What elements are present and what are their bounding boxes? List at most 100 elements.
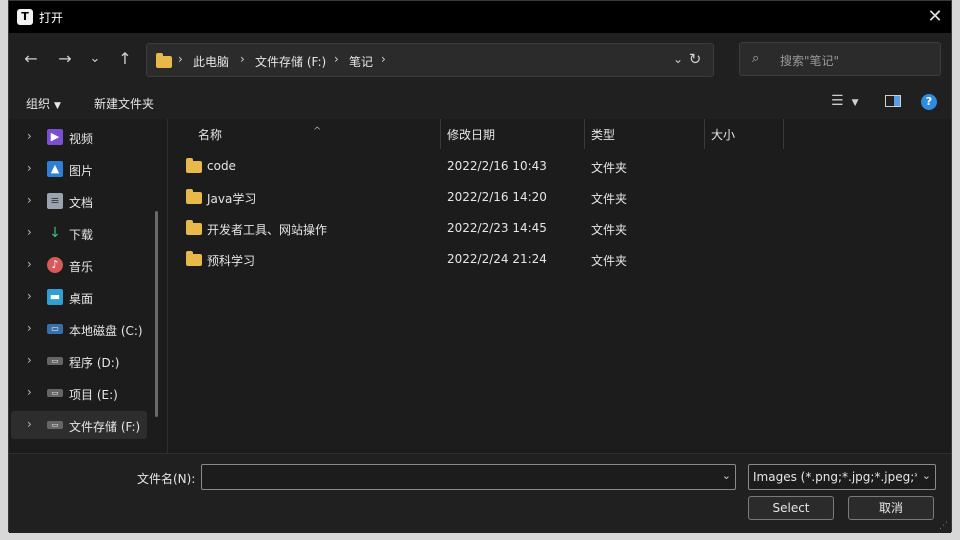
preview-pane-icon[interactable] bbox=[885, 95, 901, 107]
resize-grip-icon[interactable]: ⋰ bbox=[939, 521, 949, 531]
chevron-right-icon[interactable]: › bbox=[27, 353, 32, 367]
column-label: 修改日期 bbox=[447, 128, 496, 142]
column-label: 大小 bbox=[711, 128, 736, 142]
address-bar[interactable]: › 此电脑 › 文件存储 (F:) › 笔记 › ⌄ ↻ bbox=[146, 43, 714, 77]
sidebar-item-drive-e[interactable]: › ▭ 项目 (E:) bbox=[11, 379, 147, 407]
file-name: 预科学习 bbox=[207, 254, 256, 268]
file-name: 开发者工具、网站操作 bbox=[207, 223, 328, 237]
file-type: 文件夹 bbox=[591, 254, 628, 268]
chevron-down-icon[interactable]: ⌄ bbox=[722, 469, 731, 482]
drive-icon: ▭ bbox=[47, 421, 63, 429]
file-type: 文件夹 bbox=[591, 223, 628, 237]
app-icon: T bbox=[17, 9, 33, 25]
folder-icon bbox=[186, 251, 202, 266]
breadcrumb-drive-f[interactable]: 文件存储 (F:) bbox=[255, 53, 326, 70]
sidebar-item-videos[interactable]: › ▶ 视频 bbox=[11, 123, 147, 151]
drive-icon: ▭ bbox=[47, 357, 63, 365]
open-file-dialog: T 打开 ✕ ← → ⌄ ↑ › 此电脑 › 文件存储 (F:) › 笔记 › … bbox=[8, 0, 952, 533]
select-button[interactable]: Select bbox=[748, 496, 834, 520]
file-type-select[interactable]: Images (*.png;*.jpg;*.jpeg;*.b ⌄ bbox=[748, 464, 936, 490]
column-header-size[interactable]: 大小 bbox=[705, 119, 783, 149]
search-icon: ⌕ bbox=[752, 51, 760, 66]
chevron-right-icon[interactable]: › bbox=[27, 257, 32, 271]
sidebar-item-label: 本地磁盘 (C:) bbox=[69, 324, 143, 338]
sidebar-item-desktop[interactable]: › ▬ 桌面 bbox=[11, 283, 147, 311]
file-row[interactable]: 开发者工具、网站操作 2022/2/23 14:45 文件夹 bbox=[168, 213, 951, 243]
search-input[interactable]: 搜索"笔记" bbox=[780, 52, 839, 69]
title-bar: T 打开 ✕ bbox=[9, 1, 951, 33]
column-header-modified[interactable]: 修改日期 bbox=[441, 119, 584, 149]
drive-icon: ▭ bbox=[47, 324, 63, 334]
forward-button[interactable]: → bbox=[53, 47, 77, 71]
filename-input[interactable]: ⌄ bbox=[201, 464, 736, 490]
dialog-title: 打开 bbox=[39, 11, 64, 25]
chevron-down-icon[interactable]: ⌄ bbox=[673, 52, 683, 66]
column-separator[interactable] bbox=[783, 119, 784, 149]
sidebar-item-label: 文件存储 (F:) bbox=[69, 420, 141, 434]
file-modified: 2022/2/23 14:45 bbox=[447, 221, 547, 235]
file-row[interactable]: code 2022/2/16 10:43 文件夹 bbox=[168, 151, 951, 181]
sidebar-item-label: 桌面 bbox=[69, 292, 94, 306]
recent-locations-button[interactable]: ⌄ bbox=[83, 47, 107, 71]
video-icon: ▶ bbox=[47, 129, 63, 145]
chevron-right-icon[interactable]: › bbox=[27, 161, 32, 175]
folder-icon bbox=[186, 158, 202, 173]
caret-down-icon: ▼ bbox=[851, 98, 859, 108]
chevron-right-icon[interactable]: › bbox=[27, 129, 32, 143]
sidebar-item-drive-f[interactable]: › ▭ 文件存储 (F:) bbox=[11, 411, 147, 439]
organize-label: 组织 bbox=[26, 97, 51, 111]
folder-icon bbox=[186, 189, 202, 204]
help-icon[interactable]: ? bbox=[921, 94, 937, 110]
breadcrumb-separator: › bbox=[240, 52, 245, 66]
sidebar-item-downloads[interactable]: › ↓ 下载 bbox=[11, 219, 147, 247]
command-bar: 组织 ▼ 新建文件夹 ☰ ▼ ? bbox=[9, 85, 951, 119]
sidebar-item-music[interactable]: › ♪ 音乐 bbox=[11, 251, 147, 279]
back-button[interactable]: ← bbox=[19, 47, 43, 71]
file-type: 文件夹 bbox=[591, 192, 628, 206]
file-modified: 2022/2/16 14:20 bbox=[447, 190, 547, 204]
sidebar-item-label: 音乐 bbox=[69, 260, 94, 274]
filename-label: 文件名(N): bbox=[137, 472, 196, 486]
sort-ascending-icon: ^ bbox=[313, 126, 322, 137]
chevron-right-icon[interactable]: › bbox=[27, 417, 32, 431]
navigation-pane: › ▶ 视频 › ▲ 图片 › ≡ 文档 › ↓ 下载 › ♪ 音乐 › ▬ 桌… bbox=[9, 119, 167, 453]
desktop-icon: ▬ bbox=[47, 289, 63, 305]
sidebar-item-drive-c[interactable]: › ▭ 本地磁盘 (C:) bbox=[11, 315, 147, 343]
sidebar-item-pictures[interactable]: › ▲ 图片 bbox=[11, 155, 147, 183]
sidebar-scrollbar[interactable] bbox=[155, 211, 158, 417]
file-name: Java学习 bbox=[207, 192, 257, 206]
up-button[interactable]: ↑ bbox=[113, 47, 137, 71]
chevron-right-icon[interactable]: › bbox=[27, 289, 32, 303]
search-box[interactable]: ⌕ 搜索"笔记" bbox=[739, 42, 941, 76]
sidebar-item-label: 图片 bbox=[69, 164, 94, 178]
document-icon: ≡ bbox=[47, 193, 63, 209]
breadcrumb-this-pc[interactable]: 此电脑 bbox=[193, 53, 229, 70]
file-modified: 2022/2/24 21:24 bbox=[447, 252, 547, 266]
new-folder-button[interactable]: 新建文件夹 bbox=[94, 95, 154, 112]
chevron-down-icon[interactable]: ⌄ bbox=[922, 469, 931, 482]
cancel-button[interactable]: 取消 bbox=[848, 496, 934, 520]
column-header-name[interactable]: 名称 ^ bbox=[168, 119, 440, 149]
file-row[interactable]: Java学习 2022/2/16 14:20 文件夹 bbox=[168, 182, 951, 212]
refresh-icon[interactable]: ↻ bbox=[683, 50, 707, 72]
download-icon: ↓ bbox=[49, 225, 61, 241]
sidebar-item-label: 视频 bbox=[69, 132, 94, 146]
caret-down-icon: ▼ bbox=[54, 101, 61, 111]
close-button[interactable]: ✕ bbox=[919, 1, 951, 33]
chevron-right-icon[interactable]: › bbox=[27, 225, 32, 239]
organize-button[interactable]: 组织 ▼ bbox=[26, 95, 61, 112]
chevron-right-icon[interactable]: › bbox=[27, 385, 32, 399]
view-options-button[interactable]: ☰ ▼ bbox=[831, 93, 865, 111]
list-view-icon: ☰ bbox=[831, 93, 844, 109]
column-header-type[interactable]: 类型 bbox=[585, 119, 704, 149]
chevron-right-icon[interactable]: › bbox=[27, 193, 32, 207]
file-row[interactable]: 预科学习 2022/2/24 21:24 文件夹 bbox=[168, 244, 951, 274]
sidebar-item-label: 下载 bbox=[69, 228, 94, 242]
sidebar-item-drive-d[interactable]: › ▭ 程序 (D:) bbox=[11, 347, 147, 375]
sidebar-item-label: 文档 bbox=[69, 196, 94, 210]
chevron-right-icon[interactable]: › bbox=[27, 321, 32, 335]
picture-icon: ▲ bbox=[47, 161, 63, 177]
sidebar-item-documents[interactable]: › ≡ 文档 bbox=[11, 187, 147, 215]
breadcrumb-notes[interactable]: 笔记 bbox=[349, 53, 373, 70]
file-modified: 2022/2/16 10:43 bbox=[447, 159, 547, 173]
